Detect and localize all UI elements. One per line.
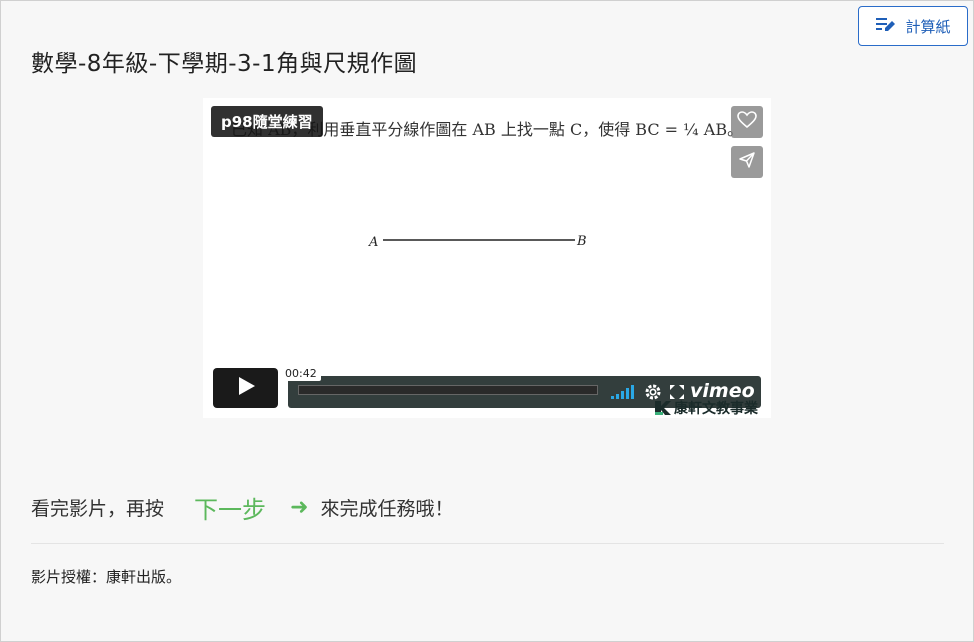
video-player[interactable]: 已知 AB，利用垂直平分線作圖在 AB 上找一點 C，使得 BC = ¼ AB。… <box>203 98 771 418</box>
point-a-label: A <box>368 235 378 250</box>
video-title[interactable]: p98隨堂練習 <box>211 106 323 137</box>
heart-icon <box>737 111 757 133</box>
instruction-line: 看完影片，再按 下一步 ➜ 來完成任務哦！ <box>31 490 453 525</box>
progress-bar[interactable] <box>298 385 598 395</box>
like-button[interactable] <box>731 106 763 138</box>
send-icon <box>738 151 756 173</box>
scratch-paper-button[interactable]: 計算紙 <box>858 6 968 46</box>
publisher-watermark: 康軒文教事業 <box>655 398 758 418</box>
segment-ab-figure: A B <box>368 234 587 250</box>
scratch-paper-label: 計算紙 <box>905 18 951 36</box>
video-credit: 影片授權：康軒出版。 <box>31 568 182 586</box>
point-b-label: B <box>576 234 587 249</box>
play-icon <box>236 376 256 400</box>
instruction-before: 看完影片，再按 <box>31 498 165 520</box>
page-title: 數學-8年級-下學期-3-1角與尺規作圖 <box>31 51 418 77</box>
edit-note-icon <box>875 15 896 37</box>
divider <box>31 543 944 544</box>
arrow-right-icon: ➜ <box>290 495 309 520</box>
volume-icon[interactable] <box>611 384 635 404</box>
instruction-after: 來完成任務哦！ <box>320 498 454 520</box>
watermark-text: 康軒文教事業 <box>674 401 758 417</box>
share-button[interactable] <box>731 146 763 178</box>
next-step-link[interactable]: 下一步 <box>194 490 266 525</box>
play-button[interactable] <box>213 368 278 408</box>
current-time: 00:42 <box>281 366 321 381</box>
